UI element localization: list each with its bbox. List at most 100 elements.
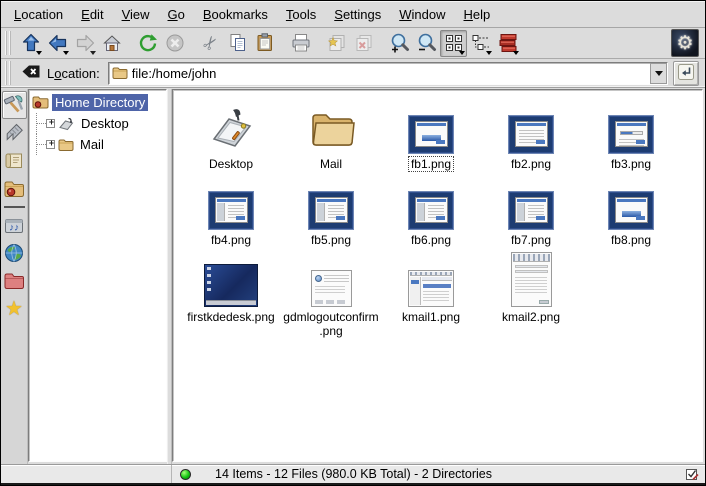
tree-expander-icon[interactable]: [46, 119, 55, 128]
file-item-fb5-png[interactable]: fb5.png: [281, 174, 381, 247]
reload-icon: [137, 32, 159, 54]
menu-item-view[interactable]: View: [113, 4, 159, 25]
file-icon-box: [508, 174, 554, 230]
menu-item-go[interactable]: Go: [159, 4, 194, 25]
back-arrow-button[interactable]: [44, 30, 71, 57]
menu-item-help[interactable]: Help: [455, 4, 500, 25]
forward-arrow-button[interactable]: [71, 30, 98, 57]
file-icon-box: [408, 98, 454, 154]
file-icon-box: [408, 174, 454, 230]
file-item-fb6-png[interactable]: fb6.png: [381, 174, 481, 247]
installer-logo-thumbnail: [408, 115, 454, 154]
file-icon-box: [608, 98, 654, 154]
paste-icon: [254, 32, 276, 54]
svg-text:♪♪: ♪♪: [9, 223, 19, 234]
go-button[interactable]: [673, 61, 699, 86]
file-grid: DesktopMailfb1.pngfb2.pngfb3.pngfb4.pngf…: [181, 98, 702, 342]
file-icon-box: [204, 251, 258, 307]
chevron-down-icon: [655, 71, 663, 76]
file-item-fb4-png[interactable]: fb4.png: [181, 174, 281, 247]
folder-tree-panel: Home DirectoryDesktop Mail: [28, 89, 167, 462]
up-arrow-button[interactable]: [17, 30, 44, 57]
sidebar-button-history-scroll[interactable]: [2, 147, 27, 175]
sidebar-button-root-folder[interactable]: [2, 267, 27, 295]
menu-item-edit[interactable]: Edit: [72, 4, 112, 25]
menu-item-window[interactable]: Window: [390, 4, 454, 25]
file-item-desktop[interactable]: Desktop: [181, 98, 281, 171]
toolbar-drag-handle[interactable]: [5, 31, 13, 55]
dropdown-arrow-icon[interactable]: [36, 51, 42, 55]
installer-sidebar-thumbnail: [408, 191, 454, 230]
location-dropdown-button[interactable]: [650, 63, 667, 84]
file-item-kmail1-png[interactable]: kmail1.png: [381, 251, 481, 339]
dropdown-arrow-icon[interactable]: [513, 51, 519, 55]
cut-button[interactable]: ✂: [197, 30, 224, 57]
desktop-shot-thumbnail: [204, 264, 258, 307]
gear-icon: ⚙: [676, 34, 693, 53]
copy-button[interactable]: [224, 30, 251, 57]
tree-connector: [36, 113, 46, 134]
locationbar-drag-handle[interactable]: [5, 61, 13, 85]
file-item-fb3-png[interactable]: fb3.png: [581, 98, 681, 171]
file-label: fb5.png: [309, 233, 353, 247]
print-button[interactable]: [287, 30, 314, 57]
file-item-fb1-png[interactable]: fb1.png: [381, 98, 481, 171]
file-label: Desktop: [207, 157, 255, 171]
paste-button[interactable]: [251, 30, 278, 57]
zoom-in-button[interactable]: [386, 30, 413, 57]
location-toolbar: Location:: [1, 59, 705, 88]
composer-shot-thumbnail: [511, 252, 552, 307]
file-item-mail[interactable]: Mail: [281, 98, 381, 171]
new-stack-button[interactable]: [323, 30, 350, 57]
zoom-out-button[interactable]: [413, 30, 440, 57]
menu-item-bookmarks[interactable]: Bookmarks: [194, 4, 277, 25]
sidebar-button-bar: ♪♪ ★: [1, 89, 28, 464]
file-item-fb2-png[interactable]: fb2.png: [481, 98, 581, 171]
file-item-firstkdedesk-png[interactable]: firstkdedesk.png: [181, 251, 281, 339]
dropdown-arrow-icon[interactable]: [90, 51, 96, 55]
file-item-fb8-png[interactable]: fb8.png: [581, 174, 681, 247]
enter-arrow-icon: [676, 62, 696, 85]
stop-button[interactable]: [161, 30, 188, 57]
menu-item-location[interactable]: Location: [5, 4, 72, 25]
tree-item-home-directory[interactable]: Home Directory: [30, 92, 165, 113]
tree-item-label: Mail: [77, 136, 107, 153]
tree-expander-icon[interactable]: [46, 140, 55, 149]
sidebar-button-bookmark-ribbon[interactable]: [2, 119, 27, 147]
tree-item-mail[interactable]: Mail: [30, 134, 165, 155]
fsview-button[interactable]: [494, 30, 521, 57]
close-stack-button[interactable]: [350, 30, 377, 57]
clear-location-button[interactable]: [19, 62, 43, 84]
sidebar-button-network-globe[interactable]: [2, 239, 27, 267]
menu-item-tools[interactable]: Tools: [277, 4, 325, 25]
location-input[interactable]: [132, 66, 650, 81]
file-item-fb7-png[interactable]: fb7.png: [481, 174, 581, 247]
file-icon-box: [307, 98, 355, 154]
folder-icon: [307, 105, 355, 154]
reload-button[interactable]: [134, 30, 161, 57]
dropdown-arrow-icon[interactable]: [63, 51, 69, 55]
dropdown-arrow-icon[interactable]: [459, 51, 465, 55]
dropdown-arrow-icon[interactable]: [486, 51, 492, 55]
installer-logo-thumbnail: [608, 191, 654, 230]
statusbar-left-section: [1, 465, 172, 483]
home-button[interactable]: [98, 30, 125, 57]
installer-sidebar-thumbnail: [208, 191, 254, 230]
location-combobox[interactable]: [108, 62, 668, 85]
dialog-shot-thumbnail: [311, 270, 352, 307]
print-icon: [290, 32, 312, 54]
main-toolbar: ✂ ⚙: [1, 28, 705, 59]
icon-view-button[interactable]: [440, 30, 467, 57]
file-label: Mail: [318, 157, 344, 171]
sidebar-button-bookmarks-star[interactable]: ★: [2, 295, 27, 323]
file-item-kmail2-png[interactable]: kmail2.png: [481, 251, 581, 339]
sidebar-button-media-player[interactable]: ♪♪: [2, 211, 27, 239]
sidebar-button-configure-tools[interactable]: [2, 91, 27, 119]
file-label: fb8.png: [609, 233, 653, 247]
tree-view-button[interactable]: [467, 30, 494, 57]
tree-item-desktop[interactable]: Desktop: [30, 113, 165, 134]
menu-item-settings[interactable]: Settings: [325, 4, 390, 25]
sidebar-button-home-folder[interactable]: [2, 175, 27, 203]
installer-form-thumbnail: [608, 115, 654, 154]
file-item-gdmlogoutconfirm-png[interactable]: gdmlogoutconfirm.png: [281, 251, 381, 339]
